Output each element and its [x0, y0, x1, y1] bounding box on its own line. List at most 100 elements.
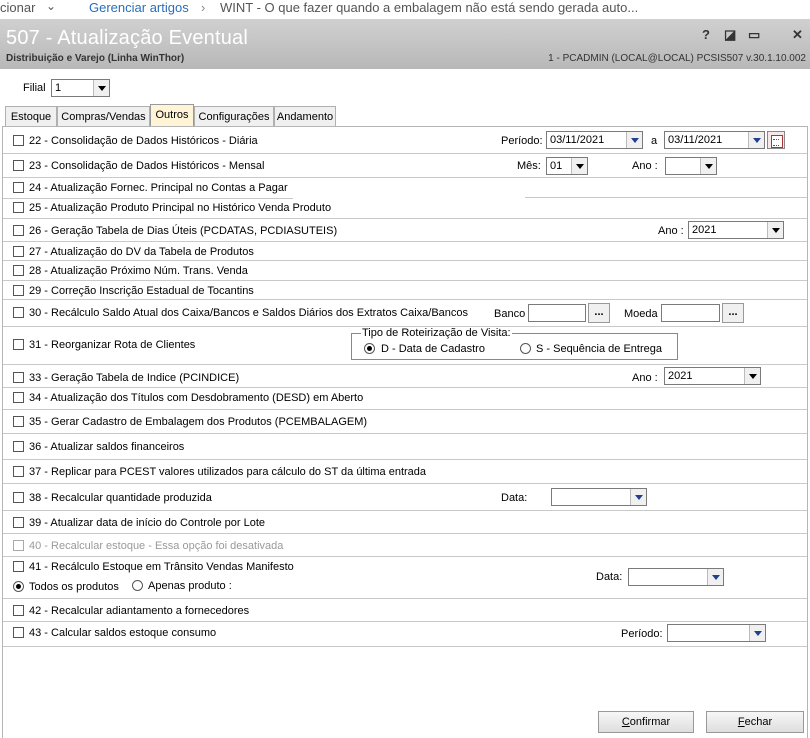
todos-produtos-radio[interactable]	[13, 581, 24, 592]
option-36-label: 36 - Atualizar saldos financeiros	[29, 441, 185, 453]
ano-33-select[interactable]: 2021	[664, 367, 761, 385]
option-42-checkbox[interactable]	[13, 605, 24, 616]
roteirizacao-s-label: S - Sequência de Entrega	[536, 343, 662, 355]
periodo-start-date[interactable]: 03/11/2021	[546, 131, 643, 149]
ano-26-select[interactable]: 2021	[688, 221, 784, 239]
moeda-input[interactable]	[661, 304, 720, 322]
divider	[3, 387, 807, 388]
option-23-label: 23 - Consolidação de Dados Históricos - …	[29, 160, 265, 172]
chevron-down-icon	[571, 158, 587, 174]
option-23-checkbox[interactable]	[13, 160, 24, 171]
divider	[3, 459, 807, 460]
tab-configuracoes[interactable]: Configurações	[194, 106, 274, 126]
option-37-checkbox[interactable]	[13, 466, 24, 477]
chevron-down-icon	[707, 569, 723, 585]
divider	[3, 621, 807, 622]
data-38-label: Data:	[501, 492, 528, 504]
apenas-produto-label: Apenas produto :	[148, 580, 232, 592]
data-38-date[interactable]	[551, 488, 647, 506]
chevron-right-icon: ›	[201, 0, 206, 15]
data-41-date[interactable]	[628, 568, 724, 586]
chevron-down-icon	[748, 132, 764, 148]
banco-input[interactable]	[528, 304, 586, 322]
chevron-down-icon	[744, 368, 760, 384]
window-title: 507 - Atualização Eventual	[6, 27, 249, 49]
chevron-down-icon	[767, 222, 783, 238]
close-icon[interactable]: ✕	[792, 27, 803, 43]
option-22-checkbox[interactable]	[13, 135, 24, 146]
divider	[3, 533, 807, 534]
divider	[3, 433, 807, 434]
option-40-label: 40 - Recalcular estoque - Essa opção foi…	[29, 540, 284, 552]
ano-23-select[interactable]	[665, 157, 717, 175]
option-27-checkbox[interactable]	[13, 246, 24, 257]
option-34-checkbox[interactable]	[13, 392, 24, 403]
option-28-checkbox[interactable]	[13, 265, 24, 276]
calendar-icon[interactable]	[767, 131, 785, 149]
confirmar-label: onfirmar	[629, 716, 671, 728]
tab-compras-vendas[interactable]: Compras/Vendas	[57, 106, 150, 126]
roteirizacao-s-radio[interactable]	[520, 343, 531, 354]
option-38-checkbox[interactable]	[13, 492, 24, 503]
help-icon[interactable]: ?	[702, 27, 710, 42]
divider	[3, 198, 293, 199]
data-41-label: Data:	[596, 571, 623, 583]
divider	[3, 280, 807, 281]
divider	[3, 260, 807, 261]
mes-select[interactable]: 01	[546, 157, 588, 175]
option-33-label: 33 - Geração Tabela de Indice (PCINDICE)	[29, 372, 240, 384]
option-25-checkbox[interactable]	[13, 202, 24, 213]
option-24-checkbox[interactable]	[13, 182, 24, 193]
todos-produtos-label: Todos os produtos	[29, 581, 119, 593]
roteirizacao-d-radio[interactable]	[364, 343, 375, 354]
option-41-label: 41 - Recálculo Estoque em Trânsito Venda…	[29, 561, 294, 573]
banco-search-button[interactable]: ...	[588, 303, 610, 323]
periodo-43-date[interactable]	[667, 624, 766, 642]
option-30-label: 30 - Recálculo Saldo Atual dos Caixa/Ban…	[29, 307, 469, 319]
minimize-icon[interactable]: ◪	[724, 27, 736, 43]
breadcrumb-link[interactable]: Gerenciar artigos	[89, 0, 189, 15]
roteirizacao-label: Tipo de Roteirização de Visita:	[361, 327, 512, 339]
ano-26-value: 2021	[692, 224, 717, 236]
option-39-label: 39 - Atualizar data de início do Control…	[29, 517, 266, 529]
fechar-button[interactable]: Fechar	[706, 711, 804, 733]
option-29-checkbox[interactable]	[13, 285, 24, 296]
divider	[3, 510, 807, 511]
maximize-icon[interactable]: ▭	[748, 27, 760, 43]
option-30-checkbox[interactable]	[13, 307, 24, 318]
option-41-checkbox[interactable]	[13, 561, 24, 572]
periodo-end-value: 03/11/2021	[668, 134, 723, 146]
option-43-checkbox[interactable]	[13, 627, 24, 638]
option-42-label: 42 - Recalcular adiantamento a fornecedo…	[29, 605, 250, 617]
window-titlebar: 507 - Atualização Eventual Distribuição …	[0, 19, 810, 69]
fechar-accel: F	[737, 716, 745, 728]
option-39-checkbox[interactable]	[13, 517, 24, 528]
option-28-label: 28 - Atualização Próximo Núm. Trans. Ven…	[29, 265, 248, 277]
apenas-produto-radio[interactable]	[132, 580, 143, 591]
option-35-checkbox[interactable]	[13, 416, 24, 427]
moeda-search-button[interactable]: ...	[722, 303, 744, 323]
confirmar-button[interactable]: Confirmar	[598, 711, 694, 733]
tab-andamento[interactable]: Andamento	[274, 106, 336, 126]
tab-outros[interactable]: Outros	[150, 104, 194, 126]
option-33-checkbox[interactable]	[13, 372, 24, 383]
option-24-label: 24 - Atualização Fornec. Principal no Co…	[29, 182, 288, 194]
tab-estoque[interactable]: Estoque	[5, 106, 57, 126]
option-26-checkbox[interactable]	[13, 225, 24, 236]
option-25-label: 25 - Atualização Produto Principal no Hi…	[29, 202, 332, 214]
divider	[3, 646, 807, 647]
chevron-down-icon	[626, 132, 642, 148]
option-36-checkbox[interactable]	[13, 441, 24, 452]
divider	[525, 197, 807, 198]
option-26-label: 26 - Geração Tabela de Dias Úteis (PCDAT…	[29, 225, 338, 237]
periodo-end-date[interactable]: 03/11/2021	[664, 131, 765, 149]
breadcrumb-prefix[interactable]: cionar	[0, 0, 35, 15]
chevron-down-icon[interactable]: ⌄	[46, 0, 56, 13]
divider	[3, 218, 807, 219]
mes-label: Mês:	[517, 160, 541, 172]
periodo-43-label: Período:	[621, 628, 663, 640]
chevron-down-icon	[93, 80, 109, 96]
filial-select[interactable]: 1	[51, 79, 110, 97]
filial-label: Filial	[23, 82, 46, 94]
option-31-checkbox[interactable]	[13, 339, 24, 350]
